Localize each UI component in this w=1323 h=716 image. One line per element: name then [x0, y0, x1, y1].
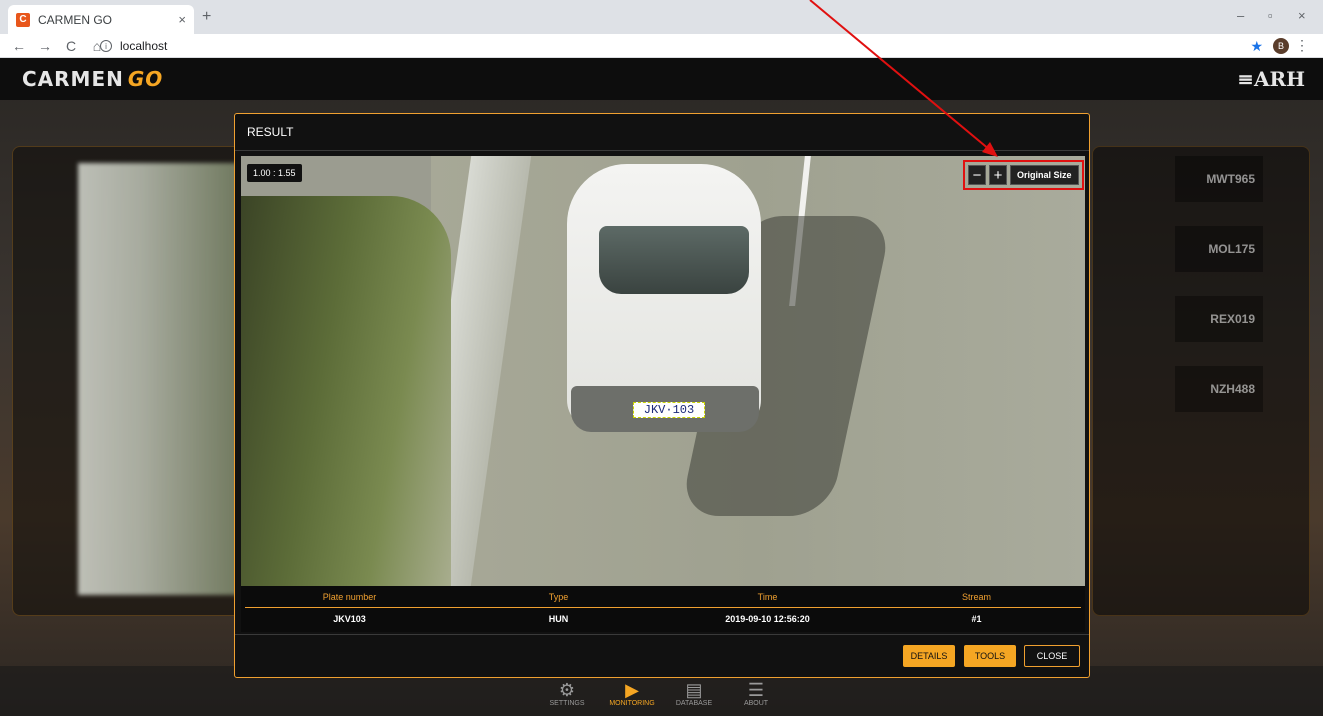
nav-settings-label: SETTINGS — [549, 700, 585, 707]
col-type: Type — [548, 592, 569, 602]
window-close-icon[interactable]: × — [1298, 8, 1306, 23]
result-modal: RESULT JKV·103 1.00 : 1.55 − + Original … — [234, 113, 1090, 678]
chat-icon: ☰ — [747, 680, 765, 700]
col-plate-number: Plate number — [322, 592, 377, 602]
cell-type: HUN — [548, 614, 569, 624]
car-windshield — [599, 226, 749, 294]
arh-logo: ≡ARH — [1237, 67, 1305, 91]
table-row: JKV103 HUN 2019-09-10 12:56:20 #1 — [245, 608, 1081, 630]
table-header: Plate number Type Time Stream — [245, 586, 1081, 608]
col-time: Time — [757, 592, 778, 602]
zoom-out-button[interactable]: − — [968, 165, 986, 185]
cell-stream: #1 — [971, 614, 982, 624]
profile-avatar[interactable]: B — [1273, 38, 1289, 54]
database-icon: ▤ — [685, 680, 703, 700]
detected-plate: JKV·103 — [633, 402, 705, 418]
nav-database-label: DATABASE — [675, 700, 713, 707]
background-thumbnail — [78, 163, 238, 595]
zoom-controls: − + Original Size — [963, 160, 1084, 190]
window-minimize-icon[interactable]: – — [1237, 8, 1244, 23]
background-plate-item: MWT965 — [1175, 156, 1263, 202]
background-plate-item: MOL175 — [1175, 226, 1263, 272]
back-icon[interactable]: ← — [12, 38, 26, 54]
gear-icon: ⚙ — [558, 680, 576, 700]
result-table: Plate number Type Time Stream JKV103 HUN… — [241, 586, 1085, 632]
tools-button[interactable]: TOOLS — [964, 645, 1016, 667]
details-button[interactable]: DETAILS — [903, 645, 955, 667]
carmen-favicon-icon: C — [16, 12, 30, 27]
background-plate-item: REX019 — [1175, 296, 1263, 342]
nav-database[interactable]: ▤ DATABASE — [664, 680, 724, 707]
modal-title: RESULT — [235, 114, 1089, 151]
site-info-icon[interactable]: i — [100, 40, 112, 52]
zoom-in-button[interactable]: + — [989, 165, 1007, 185]
browser-tab-bar: C CARMEN GO × + – ▫ × — [0, 0, 1323, 34]
nav-monitoring[interactable]: ▶ MONITORING — [602, 680, 662, 707]
nav-about[interactable]: ☰ ABOUT — [726, 680, 786, 707]
cell-time: 2019-09-10 12:56:20 — [725, 614, 810, 624]
browser-menu-icon[interactable]: ⋮ — [1295, 37, 1309, 54]
modal-footer: DETAILS TOOLS CLOSE — [235, 634, 1089, 678]
nav-about-label: ABOUT — [743, 700, 769, 707]
window-maximize-icon[interactable]: ▫ — [1268, 8, 1273, 23]
logo-go: GO — [127, 67, 164, 91]
play-icon: ▶ — [625, 680, 639, 700]
background-plate-item: NZH488 — [1175, 366, 1263, 412]
bookmark-star-icon[interactable]: ★ — [1250, 38, 1263, 55]
col-stream: Stream — [961, 592, 991, 602]
cell-plate-number: JKV103 — [333, 614, 366, 624]
logo-text: CARMEN — [22, 67, 124, 91]
grass-area — [241, 196, 451, 586]
result-image[interactable]: JKV·103 1.00 : 1.55 − + Original Size — [241, 156, 1085, 586]
new-tab-icon[interactable]: + — [202, 8, 211, 26]
forward-icon[interactable]: → — [38, 38, 52, 54]
tab-title: CARMEN GO — [38, 12, 113, 27]
address-bar: ← → C ⌂ i localhost ★ B ⋮ — [0, 34, 1323, 58]
reload-icon[interactable]: C — [64, 38, 78, 54]
original-size-button[interactable]: Original Size — [1010, 165, 1079, 185]
nav-monitoring-label: MONITORING — [609, 700, 655, 707]
url-field[interactable]: i localhost — [100, 36, 167, 56]
zoom-scale-indicator: 1.00 : 1.55 — [247, 164, 302, 182]
app-header: CARMEN GO ≡ARH — [0, 58, 1323, 100]
browser-tab[interactable]: C CARMEN GO × — [8, 5, 194, 34]
nav-settings[interactable]: ⚙ SETTINGS — [537, 680, 597, 707]
carmen-go-logo: CARMEN GO — [22, 67, 163, 91]
tab-close-icon[interactable]: × — [178, 12, 186, 27]
close-button[interactable]: CLOSE — [1024, 645, 1080, 667]
url-text: localhost — [120, 39, 168, 53]
